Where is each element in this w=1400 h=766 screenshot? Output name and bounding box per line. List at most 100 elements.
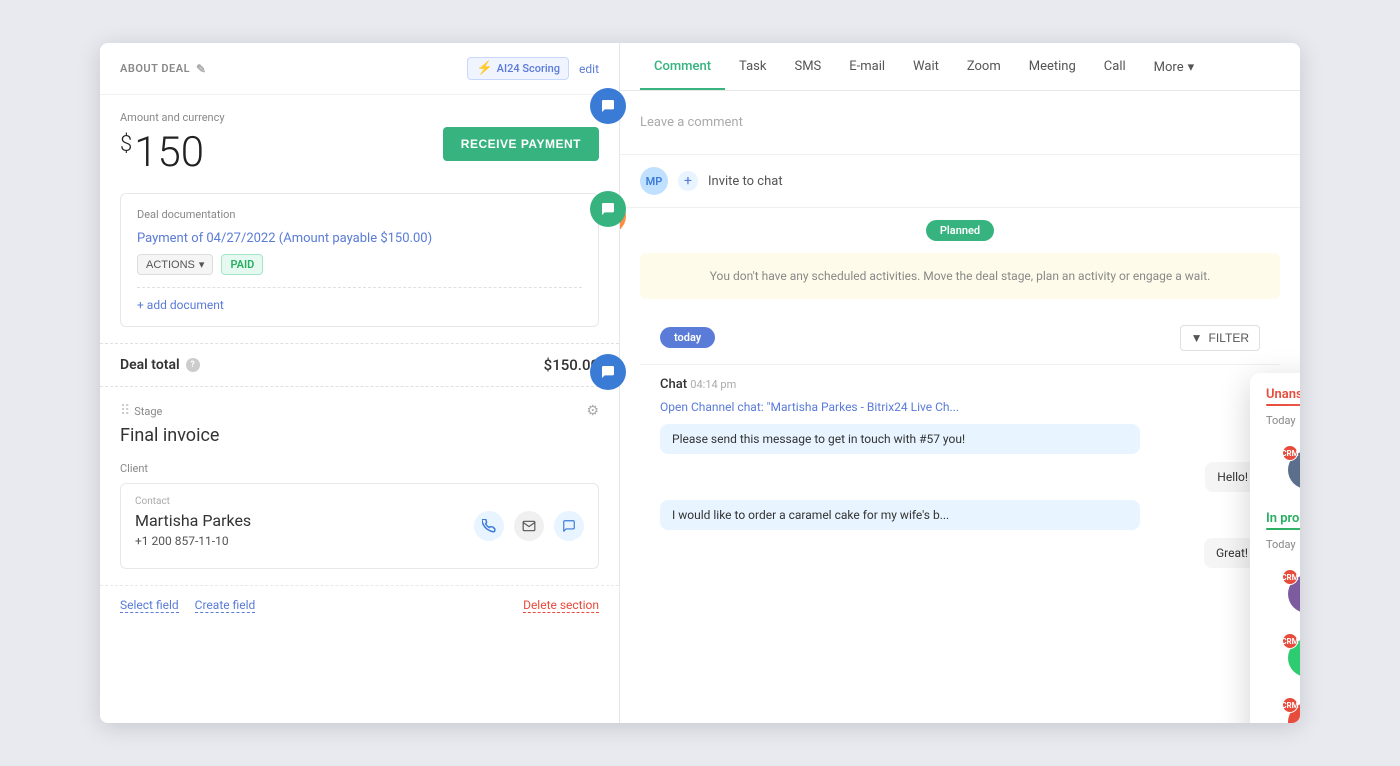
add-document-link[interactable]: + add document: [137, 287, 582, 312]
stage-label: ⠿ Stage: [120, 403, 162, 419]
crm-badge-leojeff: CRM: [1282, 697, 1298, 713]
stage-value: Final invoice: [120, 425, 599, 446]
chat-section: Chat 04:14 pm Open Channel chat: "Martis…: [640, 364, 1280, 580]
contact-actions: [474, 511, 584, 541]
timeline-chat-icon-chat: [620, 354, 626, 390]
chat-message-1: Please send this message to get in touch…: [660, 424, 1140, 454]
actions-button[interactable]: ACTIONS ▾: [137, 254, 213, 275]
doc-actions: ACTIONS ▾ PAID: [137, 254, 582, 275]
amount-label: Amount and currency: [120, 111, 225, 124]
edit-deal-icon[interactable]: ✎: [196, 62, 207, 76]
ai-scoring-badge[interactable]: ⚡ AI24 Scoring: [467, 57, 569, 80]
tab-email[interactable]: E-mail: [835, 43, 899, 90]
amount-value: $ 150: [120, 128, 225, 177]
ai-scoring-area: ⚡ AI24 Scoring edit: [467, 57, 599, 80]
help-icon[interactable]: ?: [186, 358, 200, 372]
user-avatar: MP: [640, 167, 668, 195]
deal-docs-section: Deal documentation Payment of 04/27/2022…: [120, 193, 599, 327]
edit-link[interactable]: edit: [579, 62, 599, 76]
in-progress-section: In progress Today R CRM IG Rinka - Ina's…: [1250, 507, 1300, 723]
crm-badge-lana: CRM: [1282, 633, 1298, 649]
chat-header: Chat 04:14 pm: [660, 377, 1260, 392]
unanswered-date: Today: [1266, 414, 1300, 427]
chat-list-item-rinka[interactable]: R CRM IG Rinka - Ina's Bakery Caramel, p…: [1266, 559, 1300, 623]
stage-settings-icon[interactable]: ⚙: [586, 403, 599, 419]
invite-row: MP + Invite to chat: [620, 155, 1300, 208]
right-panel: Comment Task SMS E-mail Wait Zoom Meetin…: [620, 43, 1300, 723]
create-field-link[interactable]: Create field: [195, 598, 256, 613]
timeline-chat-icon-top: [590, 88, 626, 124]
in-progress-divider: [1266, 528, 1300, 530]
deal-header: ABOUT DEAL ✎ ⚡ AI24 Scoring edit: [100, 43, 619, 95]
chat-list-item-lana[interactable]: L CRM IG l.a.n.a. - Ina's Bakery Open Ch…: [1266, 623, 1300, 687]
tab-sms[interactable]: SMS: [780, 43, 835, 90]
unanswered-title: Unanswered: [1266, 387, 1300, 402]
planned-section: i 1 Planned You don't have any scheduled…: [640, 208, 1280, 299]
section-footer: Select field Create field Delete section: [100, 585, 619, 625]
email-contact-button[interactable]: [514, 511, 544, 541]
activity-hint: You don't have any scheduled activities.…: [640, 253, 1280, 299]
channel-link[interactable]: Open Channel chat: "Martisha Parkes - Bi…: [660, 400, 1260, 414]
deal-total-label: Deal total ?: [120, 357, 200, 373]
select-field-link[interactable]: Select field: [120, 598, 179, 613]
client-label: Client: [120, 462, 599, 475]
receive-payment-button[interactable]: RECEIVE PAYMENT: [443, 127, 599, 161]
amount-section: Amount and currency $ 150 RECEIVE PAYMEN…: [100, 95, 619, 193]
planned-badge: Planned: [926, 220, 994, 241]
chat-messages: Please send this message to get in touch…: [660, 424, 1260, 568]
tab-zoom[interactable]: Zoom: [953, 43, 1015, 90]
crm-badge-rinka: CRM: [1282, 569, 1298, 585]
comment-placeholder[interactable]: Leave a comment: [640, 107, 1280, 138]
call-contact-button[interactable]: [474, 511, 504, 541]
client-section: Client Contact Martisha Parkes +1 200 85…: [100, 454, 619, 577]
contact-label: Contact: [135, 496, 584, 507]
filter-icon: ▼: [1191, 331, 1203, 345]
leojeff-avatar: LJ CRM IG: [1282, 697, 1300, 723]
unanswered-divider: [1266, 404, 1300, 406]
lana-avatar: L CRM IG: [1282, 633, 1300, 677]
tab-task[interactable]: Task: [725, 43, 780, 90]
crm-deal-page: ABOUT DEAL ✎ ⚡ AI24 Scoring edit Amount …: [100, 43, 1300, 723]
deal-total-row: Deal total ? $150.00: [100, 343, 619, 387]
invite-text[interactable]: Invite to chat: [708, 174, 783, 189]
footer-links: Select field Create field: [120, 598, 255, 613]
contact-card: Contact Martisha Parkes +1 200 857-11-10: [120, 483, 599, 569]
currency-symbol: $: [120, 132, 132, 157]
tab-call[interactable]: Call: [1090, 43, 1140, 90]
chat-timestamp: 04:14 pm: [690, 378, 736, 391]
chat-message-3: I would like to order a caramel cake for…: [660, 500, 1140, 530]
tabs-bar: Comment Task SMS E-mail Wait Zoom Meetin…: [620, 43, 1300, 91]
guest-avatar: G CRM IG: [1282, 445, 1300, 489]
stage-section: ⠿ Stage ⚙ Final invoice: [100, 387, 619, 454]
floating-chat-panel: Unanswered Today G CRM IG Guest - Ina's …: [1250, 373, 1300, 723]
tab-wait[interactable]: Wait: [899, 43, 953, 90]
filter-button[interactable]: ▼ FILTER: [1180, 325, 1260, 351]
chat-list-item-guest[interactable]: G CRM IG Guest - Ina's Bakery Hello! Sig…: [1266, 435, 1300, 499]
in-progress-title: In progress: [1266, 511, 1300, 526]
payment-link[interactable]: Payment of 04/27/2022 (Amount payable $1…: [137, 231, 582, 246]
comment-area: Leave a comment: [620, 91, 1300, 155]
timeline-chat-icon-invite: [590, 191, 626, 227]
paid-badge: PAID: [221, 254, 263, 275]
left-panel: ABOUT DEAL ✎ ⚡ AI24 Scoring edit Amount …: [100, 43, 620, 723]
drag-handle-icon[interactable]: ⠿: [120, 403, 130, 419]
invite-plus-icon[interactable]: +: [678, 171, 698, 191]
contact-name: Martisha Parkes: [135, 511, 251, 530]
deal-docs-label: Deal documentation: [137, 208, 582, 221]
today-filter-row: today ▼ FILTER: [640, 311, 1280, 364]
today-badge: today: [660, 327, 715, 348]
timeline-area: i 1 Planned You don't have any scheduled…: [620, 208, 1300, 723]
chat-contact-button[interactable]: [554, 511, 584, 541]
rinka-avatar: R CRM IG: [1282, 569, 1300, 613]
about-deal-label: ABOUT DEAL ✎: [120, 62, 207, 76]
activity-hint-text: You don't have any scheduled activities.…: [656, 267, 1264, 285]
stage-header: ⠿ Stage ⚙: [120, 403, 599, 419]
tab-meeting[interactable]: Meeting: [1015, 43, 1090, 90]
delete-section-link[interactable]: Delete section: [523, 598, 599, 613]
in-progress-date: Today: [1266, 538, 1300, 551]
chevron-down-icon: ▾: [1188, 60, 1195, 75]
contact-phone: +1 200 857-11-10: [135, 534, 251, 548]
tab-comment[interactable]: Comment: [640, 43, 725, 90]
tab-more[interactable]: More ▾: [1140, 44, 1208, 89]
chat-list-item-leojeff[interactable]: LJ CRM IG leo_jeff - Ina's Bakery Open C…: [1266, 687, 1300, 723]
